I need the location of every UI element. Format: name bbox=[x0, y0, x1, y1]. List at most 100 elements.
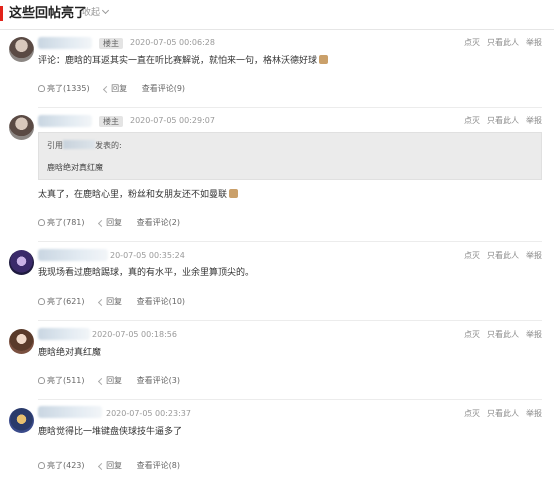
comment-text: 太真了，在鹿晗心里，粉丝和女朋友还不如曼联 bbox=[38, 189, 239, 202]
report-button[interactable]: 举报 bbox=[526, 116, 542, 125]
like-button[interactable]: 亮了(511) bbox=[38, 375, 85, 387]
comment-item: 20-07-05 00:35:24 点灭 只看此人 举报 我现场看过鹿晗踢球，真的有… bbox=[0, 242, 554, 320]
emoji-icon bbox=[319, 55, 329, 64]
header-accent-bar bbox=[0, 6, 3, 21]
dim-button[interactable]: 点灭 bbox=[464, 38, 480, 47]
emoji-icon bbox=[229, 189, 239, 198]
username-blurred[interactable] bbox=[38, 406, 102, 418]
comment-footer: 亮了(511) 回复 查看评论(3) bbox=[38, 375, 192, 387]
quote-prefix: 引用 bbox=[47, 141, 63, 150]
reply-label: 回复 bbox=[106, 297, 123, 306]
avatar[interactable] bbox=[9, 329, 34, 354]
collapse-button[interactable]: 收起 bbox=[82, 6, 110, 20]
quote-suffix: 发表的: bbox=[95, 141, 122, 150]
comment-item: 楼主 2020-07-05 00:06:28 点灭 只看此人 举报 评论：鹿晗的耳返… bbox=[0, 30, 554, 107]
view-comments-link[interactable]: 查看评论(2) bbox=[137, 217, 180, 229]
comment-text: 我现场看过鹿晗踢球，真的有水平，业余里算顶尖的。 bbox=[38, 268, 255, 278]
like-label: 亮了(781) bbox=[47, 218, 85, 227]
collapse-label: 收起 bbox=[82, 8, 101, 18]
reply-icon bbox=[103, 85, 111, 94]
comment-item: 2020-07-05 00:18:56 点灭 只看此人 举报 鹿晗绝对真红魔 亮了(… bbox=[0, 321, 554, 399]
only-this-user-button[interactable]: 只看此人 bbox=[487, 330, 519, 339]
comment-footer: 亮了(423) 回复 查看评论(8) bbox=[38, 460, 192, 472]
only-this-user-button[interactable]: 只看此人 bbox=[487, 116, 519, 125]
comment-actions: 点灭 只看此人 举报 bbox=[457, 408, 542, 420]
chevron-down-icon bbox=[101, 6, 110, 15]
report-button[interactable]: 举报 bbox=[526, 251, 542, 260]
comment-text-content: 太真了，在鹿晗心里，粉丝和女朋友还不如曼联 bbox=[38, 190, 228, 200]
dim-button[interactable]: 点灭 bbox=[464, 330, 480, 339]
quoted-username-blurred[interactable] bbox=[63, 140, 95, 149]
page-title: 这些回帖亮了 bbox=[9, 6, 88, 21]
comment-item: 2020-07-05 00:23:37 点灭 只看此人 举报 鹿晗觉得比一堆键盘侠球… bbox=[0, 400, 554, 480]
report-button[interactable]: 举报 bbox=[526, 38, 542, 47]
reply-button[interactable]: 回复 bbox=[98, 375, 123, 387]
quote-header: 引用 发表的: bbox=[47, 140, 122, 152]
avatar[interactable] bbox=[9, 408, 34, 433]
dim-button[interactable]: 点灭 bbox=[464, 251, 480, 260]
comment-actions: 点灭 只看此人 举报 bbox=[457, 115, 542, 127]
like-button[interactable]: 亮了(1335) bbox=[38, 83, 90, 95]
timestamp: 2020-07-05 00:18:56 bbox=[92, 330, 177, 339]
reply-label: 回复 bbox=[111, 84, 128, 93]
report-button[interactable]: 举报 bbox=[526, 330, 542, 339]
comment-footer: 亮了(621) 回复 查看评论(10) bbox=[38, 296, 197, 308]
only-this-user-button[interactable]: 只看此人 bbox=[487, 251, 519, 260]
reply-icon bbox=[98, 462, 106, 471]
view-comments-link[interactable]: 查看评论(3) bbox=[137, 375, 180, 387]
only-this-user-button[interactable]: 只看此人 bbox=[487, 38, 519, 47]
reply-label: 回复 bbox=[106, 218, 123, 227]
reply-button[interactable]: 回复 bbox=[98, 460, 123, 472]
username-blurred[interactable] bbox=[38, 328, 90, 340]
like-label: 亮了(423) bbox=[47, 461, 85, 470]
like-label: 亮了(1335) bbox=[47, 84, 90, 93]
view-comments-link[interactable]: 查看评论(9) bbox=[142, 83, 185, 95]
section-header: 这些回帖亮了 收起 bbox=[0, 0, 554, 30]
comment-footer: 亮了(1335) 回复 查看评论(9) bbox=[38, 83, 197, 95]
like-label: 亮了(511) bbox=[47, 376, 85, 385]
reply-icon bbox=[98, 298, 106, 307]
reply-label: 回复 bbox=[106, 461, 123, 470]
comment-actions: 点灭 只看此人 举报 bbox=[457, 250, 542, 262]
view-comments-link[interactable]: 查看评论(10) bbox=[137, 296, 185, 308]
lightbulb-icon bbox=[38, 85, 45, 92]
username-blurred[interactable] bbox=[38, 37, 92, 49]
lightbulb-icon bbox=[38, 219, 45, 226]
quote-box: 引用 发表的: 鹿晗绝对真红魔 bbox=[38, 132, 542, 180]
username-blurred[interactable] bbox=[38, 115, 92, 127]
reply-label: 回复 bbox=[106, 376, 123, 385]
host-badge: 楼主 bbox=[99, 38, 123, 49]
avatar[interactable] bbox=[9, 115, 34, 140]
reply-icon bbox=[98, 377, 106, 386]
dim-button[interactable]: 点灭 bbox=[464, 409, 480, 418]
like-label: 亮了(621) bbox=[47, 297, 85, 306]
only-this-user-button[interactable]: 只看此人 bbox=[487, 409, 519, 418]
lightbulb-icon bbox=[38, 377, 45, 384]
username-blurred[interactable] bbox=[38, 249, 108, 261]
reply-icon bbox=[98, 219, 106, 228]
avatar[interactable] bbox=[9, 250, 34, 275]
comment-text: 评论：鹿晗的耳返其实一直在听比赛解说，就怕来一句，格林沃德好球 bbox=[38, 55, 329, 68]
view-comments-link[interactable]: 查看评论(8) bbox=[137, 460, 180, 472]
like-button[interactable]: 亮了(781) bbox=[38, 217, 85, 229]
report-button[interactable]: 举报 bbox=[526, 409, 542, 418]
lightbulb-icon bbox=[38, 462, 45, 469]
quote-text: 鹿晗绝对真红魔 bbox=[47, 163, 103, 172]
lightbulb-icon bbox=[38, 298, 45, 305]
avatar[interactable] bbox=[9, 37, 34, 62]
reply-button[interactable]: 回复 bbox=[98, 217, 123, 229]
timestamp: 20-07-05 00:35:24 bbox=[110, 251, 185, 260]
comment-text-content: 评论：鹿晗的耳返其实一直在听比赛解说，就怕来一句，格林沃德好球 bbox=[38, 56, 318, 66]
timestamp: 2020-07-05 00:29:07 bbox=[130, 116, 215, 125]
comment-actions: 点灭 只看此人 举报 bbox=[457, 329, 542, 341]
timestamp: 2020-07-05 00:06:28 bbox=[130, 38, 215, 47]
dim-button[interactable]: 点灭 bbox=[464, 116, 480, 125]
reply-button[interactable]: 回复 bbox=[103, 83, 128, 95]
comment-text: 鹿晗绝对真红魔 bbox=[38, 348, 102, 358]
timestamp: 2020-07-05 00:23:37 bbox=[106, 409, 191, 418]
comment-footer: 亮了(781) 回复 查看评论(2) bbox=[38, 217, 192, 229]
comment-item: 楼主 2020-07-05 00:29:07 点灭 只看此人 举报 引用 发表的: 鹿… bbox=[0, 108, 554, 241]
like-button[interactable]: 亮了(423) bbox=[38, 460, 85, 472]
like-button[interactable]: 亮了(621) bbox=[38, 296, 85, 308]
reply-button[interactable]: 回复 bbox=[98, 296, 123, 308]
